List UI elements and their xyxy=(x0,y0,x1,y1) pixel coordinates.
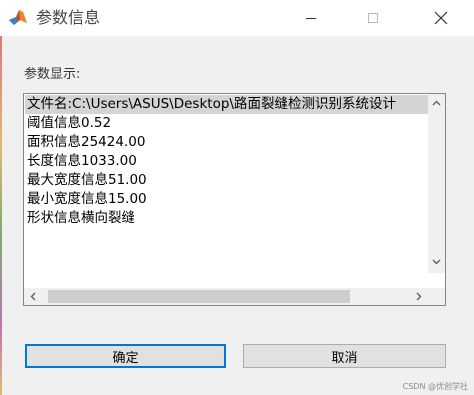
chevron-left-icon xyxy=(30,292,36,301)
maximize-button[interactable] xyxy=(350,0,396,36)
parameter-info-dialog: 参数信息 参数显示: 文件名:C:\Users\ASUS\Desktop\路面裂… xyxy=(0,0,474,395)
parameter-listbox[interactable]: 文件名:C:\Users\ASUS\Desktop\路面裂缝检测识别系统设计 阈… xyxy=(23,93,446,306)
list-item-filename[interactable]: 文件名:C:\Users\ASUS\Desktop\路面裂缝检测识别系统设计 xyxy=(25,95,429,114)
cancel-button[interactable]: 取消 xyxy=(243,344,446,368)
chevron-right-icon xyxy=(416,292,422,301)
list-item-threshold[interactable]: 阈值信息0.52 xyxy=(25,114,429,133)
parameter-display-label: 参数显示: xyxy=(24,67,81,82)
window-title: 参数信息 xyxy=(36,8,101,27)
title-bar[interactable]: 参数信息 xyxy=(0,0,474,36)
horizontal-scrollbar[interactable] xyxy=(24,288,428,305)
scroll-right-button[interactable] xyxy=(412,288,426,305)
minimize-icon xyxy=(306,18,316,19)
vertical-scrollbar[interactable] xyxy=(428,94,445,273)
maximize-icon xyxy=(368,13,378,23)
list-item-min-width[interactable]: 最小宽度信息15.00 xyxy=(25,190,429,209)
close-button[interactable] xyxy=(418,0,464,36)
matlab-logo-icon xyxy=(8,8,28,28)
scroll-down-button[interactable] xyxy=(428,255,445,269)
horizontal-scroll-thumb[interactable] xyxy=(48,290,350,303)
scrollbar-corner xyxy=(428,288,445,305)
background-window-edge xyxy=(0,36,2,395)
list-item-area[interactable]: 面积信息25424.00 xyxy=(25,133,429,152)
list-item-shape[interactable]: 形状信息横向裂缝 xyxy=(25,209,429,228)
list-item-length[interactable]: 长度信息1033.00 xyxy=(25,152,429,171)
ok-button[interactable]: 确定 xyxy=(25,344,226,368)
scroll-left-button[interactable] xyxy=(26,288,40,305)
chevron-up-icon xyxy=(432,100,441,106)
close-icon xyxy=(434,11,448,25)
watermark-text: CSDN @优创学社 xyxy=(402,382,468,391)
minimize-button[interactable] xyxy=(288,0,334,36)
list-item-max-width[interactable]: 最大宽度信息51.00 xyxy=(25,171,429,190)
list-items: 文件名:C:\Users\ASUS\Desktop\路面裂缝检测识别系统设计 阈… xyxy=(25,95,429,275)
scroll-up-button[interactable] xyxy=(428,96,445,110)
chevron-down-icon xyxy=(432,259,441,265)
